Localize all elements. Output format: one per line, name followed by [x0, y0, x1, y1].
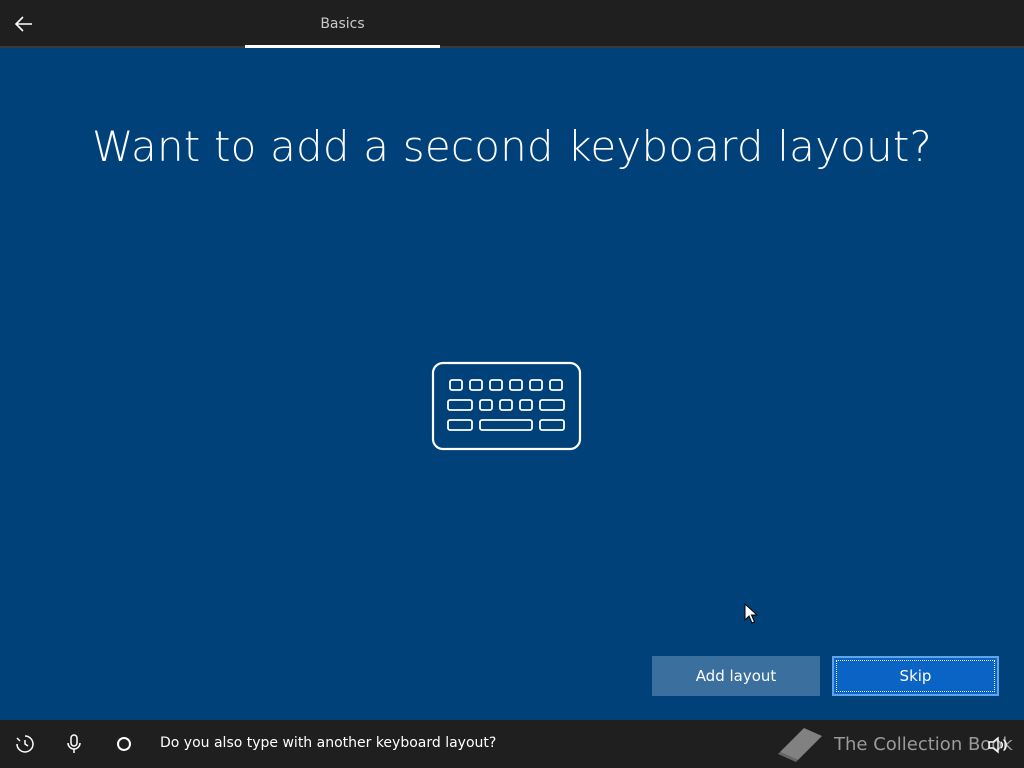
microphone-icon [67, 734, 81, 753]
oobe-screen: Basics Want to add a second keyboard lay… [0, 0, 1024, 768]
top-bar-divider [0, 46, 1024, 48]
volume-icon[interactable] [986, 734, 1008, 756]
page-title: Want to add a second keyboard layout? [91, 122, 933, 171]
cortana-button[interactable] [112, 732, 136, 756]
tab-basics-label: Basics [320, 16, 365, 32]
cortana-circle-icon [117, 737, 131, 751]
ease-of-access-button[interactable] [13, 732, 37, 756]
mouse-cursor-icon [744, 603, 758, 624]
add-layout-button[interactable]: Add layout [652, 656, 820, 696]
tab-basics: Basics [245, 0, 440, 48]
ease-of-access-icon [16, 735, 34, 753]
book-logo-icon [778, 728, 822, 762]
watermark: The Collection Book [774, 720, 1013, 768]
back-button[interactable] [8, 8, 40, 40]
keyboard-icon [431, 361, 582, 451]
status-message: Do you also type with another keyboard l… [160, 735, 497, 751]
microphone-button[interactable] [62, 732, 86, 756]
arrow-left-icon [14, 16, 32, 32]
skip-button[interactable]: Skip [832, 656, 999, 696]
skip-button-label: Skip [899, 667, 932, 685]
top-bar [0, 0, 1024, 46]
add-layout-button-label: Add layout [695, 667, 777, 685]
tab-active-indicator [245, 45, 440, 48]
